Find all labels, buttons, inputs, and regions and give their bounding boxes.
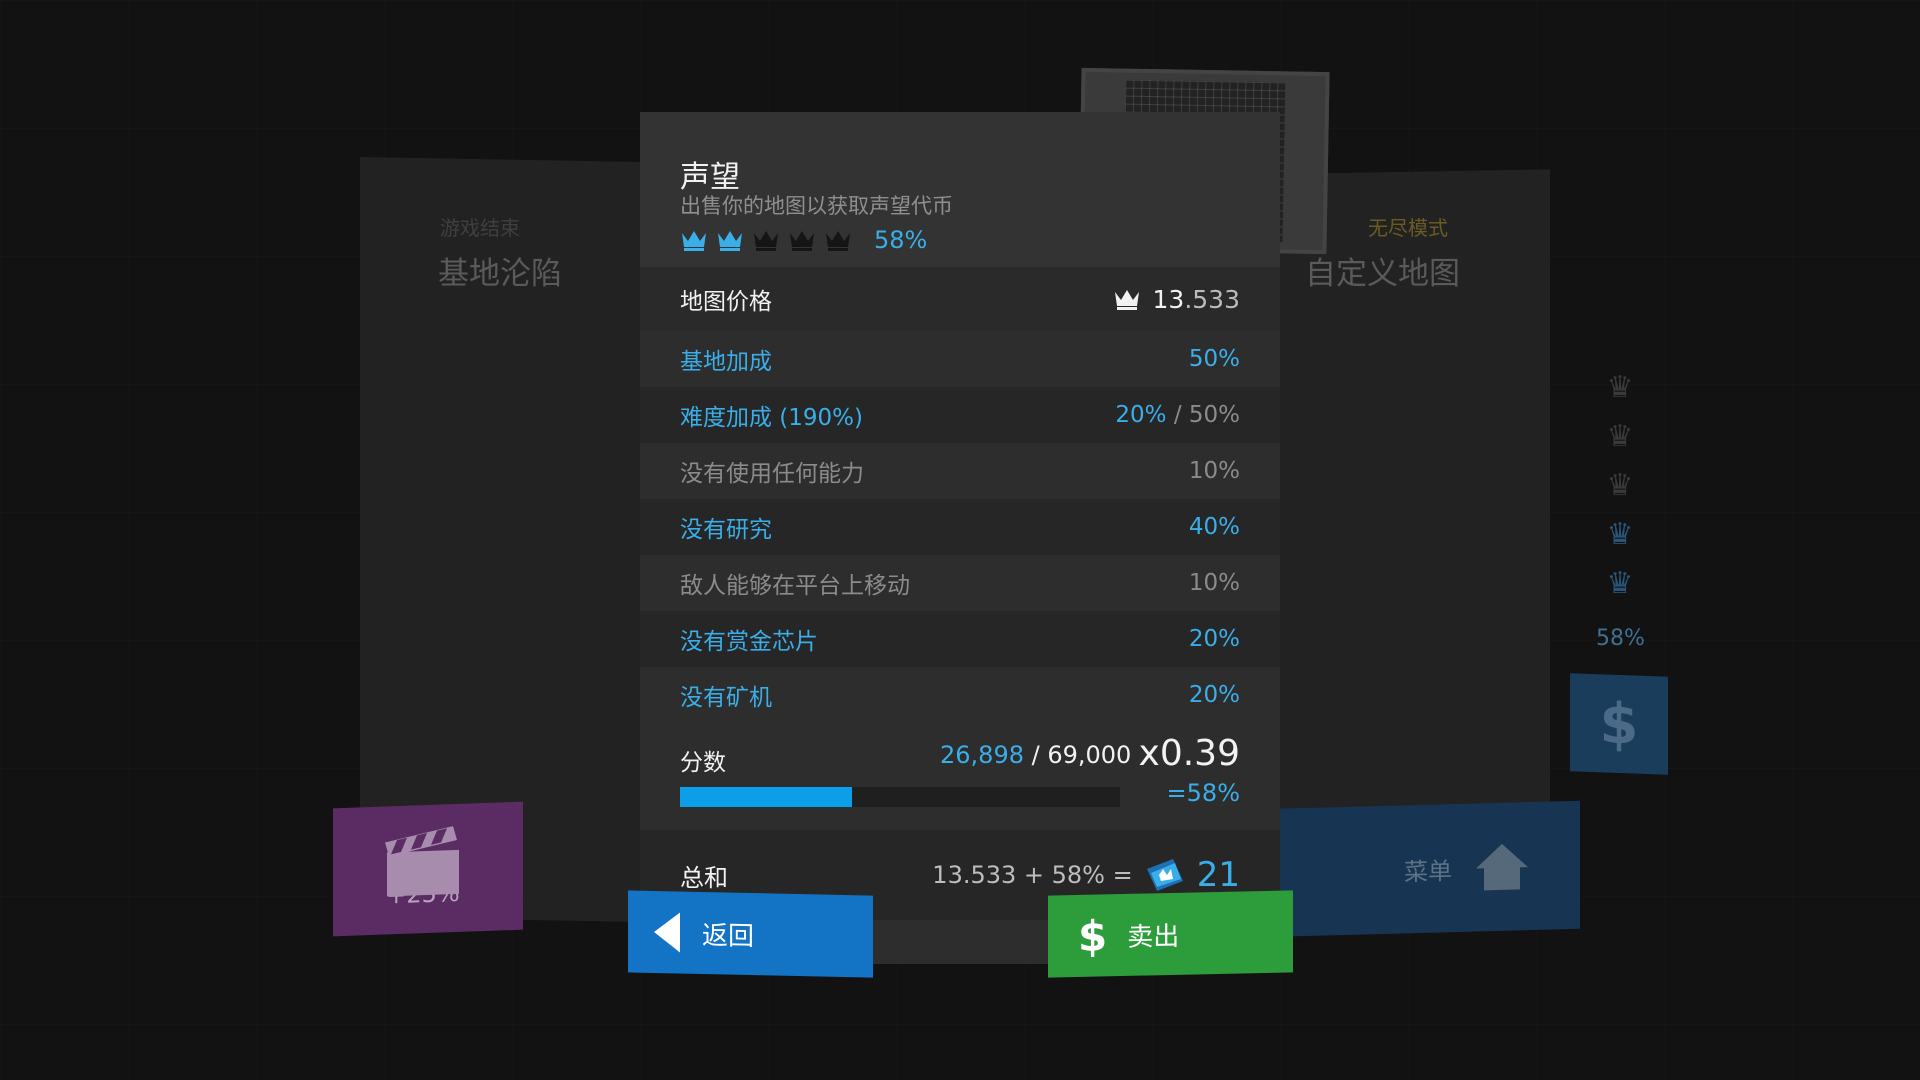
- map-price-label: 地图价格: [680, 289, 772, 315]
- prestige-dialog: 声望 出售你的地图以获取声望代币 58% 地图价格 13.533 基地加成 50…: [640, 112, 1280, 964]
- bonus-value: 20% / 50%: [1115, 402, 1240, 428]
- bonus-row: 难度加成 (190%) 20% / 50%: [640, 387, 1280, 443]
- crown-icon: ♛: [1606, 370, 1634, 405]
- bonus-value: 20%: [1188, 626, 1240, 652]
- crown-icon: [754, 231, 778, 251]
- menu-label: 菜单: [1404, 856, 1452, 886]
- dialog-subtitle: 出售你的地图以获取声望代币: [680, 194, 953, 218]
- score-label: 分数: [680, 750, 726, 776]
- crown-icon: ♛: [1606, 468, 1634, 503]
- home-icon: [1476, 843, 1528, 891]
- bonus-row: 没有赏金芯片 20%: [640, 611, 1280, 667]
- sell-button-label: 卖出: [1127, 921, 1180, 953]
- dialog-header: 声望 出售你的地图以获取声望代币 58%: [640, 112, 1280, 267]
- bonus-value: 10%: [1188, 458, 1240, 484]
- crown-icon: [682, 231, 706, 251]
- bonus-label: 没有赏金芯片: [680, 629, 818, 655]
- bonus-label: 敌人能够在平台上移动: [680, 573, 910, 599]
- endless-title: 自定义地图: [1305, 256, 1460, 292]
- crown-icon: ♛: [1606, 566, 1634, 601]
- bonus-label: 没有矿机: [680, 685, 772, 711]
- map-price-value: 13.533: [1113, 285, 1240, 314]
- side-rating-percent: 58%: [1596, 626, 1645, 651]
- clapperboard-icon: [385, 826, 459, 897]
- bonus-value: 40%: [1188, 514, 1240, 540]
- prestige-token-icon: [1146, 859, 1183, 891]
- bonus-value: 20%: [1188, 682, 1240, 708]
- crown-icon: [1114, 290, 1139, 310]
- bonus-label: 难度加成 (190%): [680, 405, 864, 431]
- side-sell-button[interactable]: $: [1570, 673, 1668, 775]
- menu-button[interactable]: 菜单: [1260, 800, 1580, 938]
- score-multiplier-percent: =58%: [1166, 779, 1240, 807]
- total-value-group: 13.533 + 58% = 21: [932, 855, 1240, 895]
- side-crown-rating: ♛ ♛ ♛ ♛ ♛: [1596, 370, 1644, 601]
- back-arrow-icon: [654, 911, 680, 953]
- total-formula: 13.533 + 58% =: [932, 861, 1133, 889]
- score-multiplier: x0.39: [1138, 733, 1240, 774]
- score-current: 26,898: [940, 741, 1024, 769]
- endless-subtitle: 无尽模式: [1368, 216, 1448, 240]
- score-progress-bar: [680, 787, 1120, 807]
- bonus-value: 50%: [1188, 346, 1240, 372]
- crown-icon: [826, 231, 850, 251]
- bonus-label: 没有使用任何能力: [680, 461, 864, 487]
- score-target: / 69,000: [1031, 741, 1132, 769]
- map-price-whole: 13: [1152, 284, 1185, 314]
- crown-icon: ♛: [1606, 517, 1634, 552]
- bonus-current: 20%: [1115, 402, 1167, 428]
- bonus-row: 没有使用任何能力 10%: [640, 443, 1280, 499]
- bonus-row: 基地加成 50%: [640, 331, 1280, 387]
- total-value: 21: [1196, 855, 1240, 895]
- game-over-subtitle: 游戏结束: [440, 216, 520, 240]
- bonus-row: 没有矿机 20%: [640, 667, 1280, 723]
- total-label: 总和: [680, 863, 728, 892]
- bonus-label: 没有研究: [680, 517, 772, 543]
- game-over-title: 基地沦陷: [438, 256, 562, 292]
- bonus-row: 敌人能够在平台上移动 10%: [640, 555, 1280, 611]
- crown-icon: [718, 231, 742, 251]
- bonus-label: 基地加成: [680, 349, 772, 375]
- score-value: 26,898 / 69,000: [940, 741, 1131, 769]
- dollar-icon: $: [1078, 910, 1108, 961]
- score-progress-fill: [680, 787, 852, 807]
- sell-button[interactable]: $ 卖出: [1048, 890, 1293, 978]
- dollar-icon: $: [1599, 690, 1639, 758]
- map-price-fraction: .533: [1184, 284, 1240, 314]
- crown-icon: [790, 231, 814, 251]
- bonus-row: 没有研究 40%: [640, 499, 1280, 555]
- back-button-label: 返回: [702, 920, 755, 952]
- bonus-value: 10%: [1188, 570, 1240, 596]
- crown-icon: ♛: [1606, 419, 1634, 454]
- crown-rating: 58%: [680, 226, 927, 254]
- back-button[interactable]: 返回: [628, 890, 873, 978]
- bonus-max: / 50%: [1173, 402, 1240, 428]
- watch-ad-button[interactable]: +25%: [333, 801, 523, 937]
- score-section: 分数 26,898 / 69,000 x0.39 =58%: [640, 723, 1280, 831]
- map-price-row: 地图价格 13.533: [640, 267, 1280, 331]
- rating-percent: 58%: [874, 226, 928, 254]
